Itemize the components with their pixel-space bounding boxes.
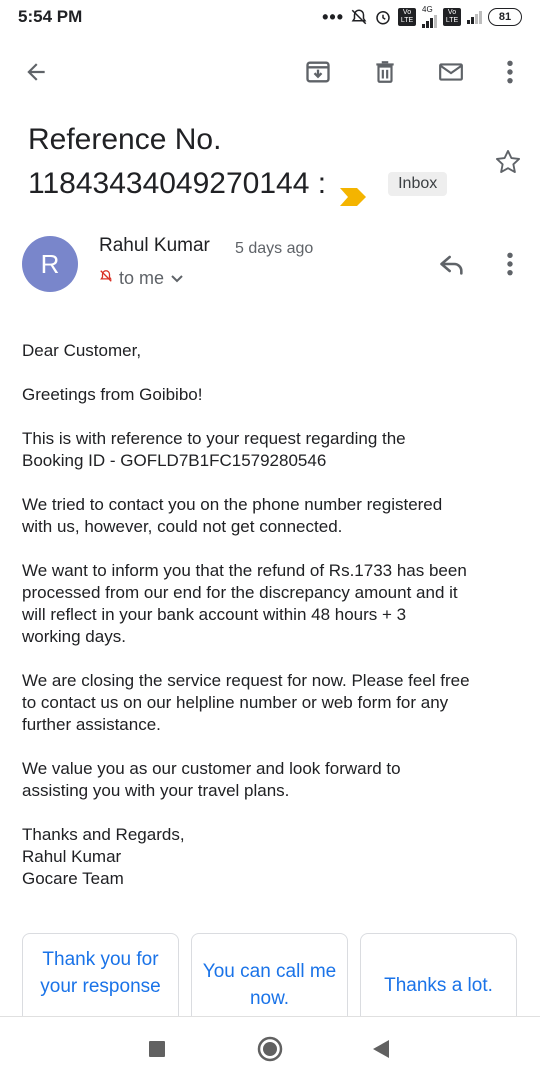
battery-icon: 81 bbox=[488, 8, 522, 26]
importance-marker-icon[interactable] bbox=[340, 175, 367, 206]
home-circle-icon[interactable] bbox=[254, 1033, 286, 1065]
recents-square-icon[interactable] bbox=[141, 1033, 173, 1065]
battery-level: 81 bbox=[488, 8, 522, 26]
back-triangle-icon[interactable] bbox=[365, 1033, 397, 1065]
status-bar: 5:54 PM ••• Vo LTE 4G Vo LTE 81 bbox=[0, 0, 540, 34]
body-paragraph: Greetings from Goibibo! bbox=[22, 385, 203, 404]
email-subject: Reference No. 11843434049270144 : Inbox bbox=[28, 118, 468, 206]
smart-replies: Thank you for your response You can call… bbox=[22, 933, 518, 1017]
body-paragraph: Dear Customer, bbox=[22, 341, 142, 360]
body-paragraph: We value you as our customer and look fo… bbox=[22, 759, 401, 800]
more-dots-icon: ••• bbox=[322, 7, 344, 27]
sent-time: 5 days ago bbox=[235, 240, 314, 257]
message-more-icon[interactable] bbox=[490, 244, 530, 284]
alarm-icon bbox=[374, 8, 392, 26]
signal-icon-2 bbox=[467, 10, 482, 24]
star-icon[interactable] bbox=[488, 142, 528, 182]
more-vert-icon[interactable] bbox=[490, 52, 530, 92]
status-time: 5:54 PM bbox=[18, 7, 83, 26]
status-icons: ••• Vo LTE 4G Vo LTE 81 bbox=[322, 6, 522, 28]
sender-name[interactable]: Rahul Kumar bbox=[99, 235, 210, 257]
mark-unread-icon[interactable] bbox=[431, 52, 471, 92]
volte-badge-2: Vo LTE bbox=[443, 8, 461, 26]
body-paragraph: This is with reference to your request r… bbox=[22, 429, 406, 470]
delete-icon[interactable] bbox=[365, 52, 405, 92]
signal-icon bbox=[422, 14, 437, 28]
system-nav-bar bbox=[0, 1016, 540, 1080]
recipient-row[interactable]: to me bbox=[99, 268, 184, 289]
body-paragraph: Thanks and Regards, Rahul Kumar Gocare T… bbox=[22, 825, 185, 888]
email-body: Dear Customer, Greetings from Goibibo! T… bbox=[22, 340, 522, 912]
body-paragraph: We tried to contact you on the phone num… bbox=[22, 495, 443, 536]
subject-line-2: 11843434049270144 : bbox=[28, 167, 327, 200]
network-type: 4G bbox=[422, 5, 433, 14]
archive-icon[interactable] bbox=[298, 52, 338, 92]
reply-icon[interactable] bbox=[432, 244, 472, 284]
smart-reply-chip[interactable]: Thank you for your response bbox=[22, 933, 179, 1017]
avatar[interactable]: R bbox=[22, 236, 78, 292]
label-badge[interactable]: Inbox bbox=[388, 172, 448, 196]
body-paragraph: We want to inform you that the refund of… bbox=[22, 561, 467, 646]
subject-line-1: Reference No. bbox=[28, 123, 222, 156]
chevron-down-icon bbox=[170, 268, 184, 289]
subject-line-2-row: 11843434049270144 : Inbox bbox=[28, 162, 468, 206]
app-toolbar bbox=[0, 44, 540, 100]
back-arrow-icon[interactable] bbox=[16, 52, 56, 92]
smart-reply-chip[interactable]: Thanks a lot. bbox=[360, 933, 517, 1017]
body-paragraph: We are closing the service request for n… bbox=[22, 671, 470, 734]
mute-bell-icon bbox=[350, 8, 368, 26]
recipient-label: to me bbox=[119, 268, 165, 288]
volte-badge: Vo LTE bbox=[398, 8, 416, 26]
smart-reply-chip[interactable]: You can call me now. bbox=[191, 933, 348, 1017]
no-notification-icon bbox=[99, 268, 113, 289]
